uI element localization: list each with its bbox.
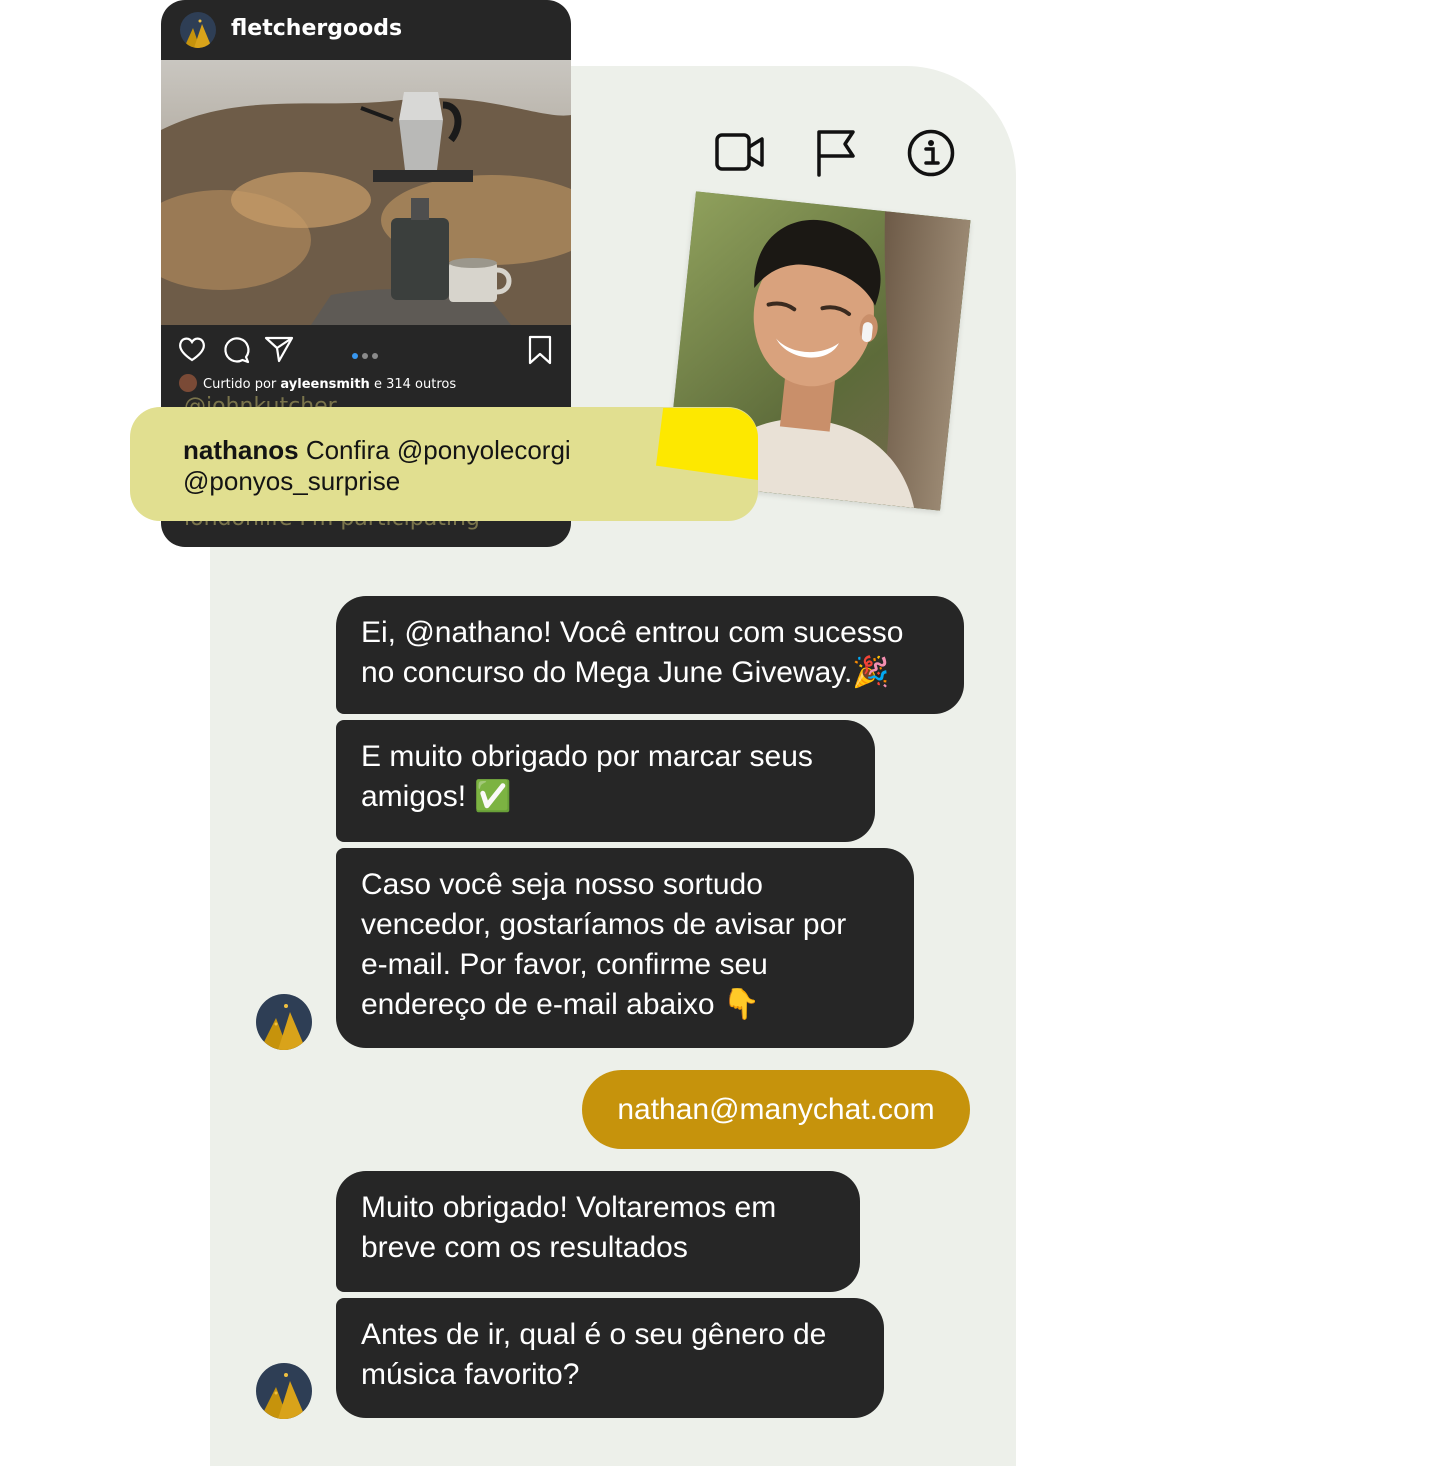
check-mark-icon: ✅ <box>474 779 512 814</box>
bot-message: Antes de ir, qual é o seu gênero de músi… <box>336 1298 884 1418</box>
bot-message: Muito obrigado! Voltaremos em breve com … <box>336 1171 860 1292</box>
message-line: e-mail. Por favor, confirme seu <box>361 948 768 981</box>
user-message: nathan@manychat.com <box>582 1070 970 1149</box>
post-avatar[interactable] <box>180 12 216 48</box>
message-line: Antes de ir, qual é o seu gênero de <box>361 1318 827 1351</box>
message-line: breve com os resultados <box>361 1231 688 1264</box>
message-line: endereço de e-mail abaixo <box>361 988 715 1021</box>
liked-suffix[interactable]: e 314 outros <box>374 377 456 392</box>
post-image <box>161 60 571 325</box>
bot-message: Caso você seja nosso sortudo vencedor, g… <box>336 848 914 1048</box>
liked-user[interactable]: ayleensmith <box>280 377 369 392</box>
bot-avatar <box>256 1363 312 1419</box>
liker-avatar <box>179 374 197 392</box>
heart-icon[interactable] <box>177 334 207 368</box>
video-call-icon[interactable] <box>715 128 765 178</box>
bot-avatar <box>256 994 312 1050</box>
message-line: amigos! <box>361 780 467 813</box>
likes-summary: Curtido por ayleensmith e 314 outros <box>179 374 456 396</box>
message-line: Caso você seja nosso sortudo <box>361 868 763 901</box>
carousel-dots <box>351 345 383 364</box>
message-line: E muito obrigado por marcar seus <box>361 740 813 773</box>
share-icon[interactable] <box>264 334 294 368</box>
message-line: Ei, @nathano! Você entrou com sucesso <box>361 616 904 649</box>
message-line: no concurso do Mega June Giveway. <box>361 656 853 689</box>
pointing-down-icon: 👇 <box>722 987 761 1022</box>
party-popper-icon: 🎉 <box>852 655 890 690</box>
post-username[interactable]: fletchergoods <box>231 16 402 41</box>
message-line: Muito obrigado! Voltaremos em <box>361 1191 777 1224</box>
bot-message: Ei, @nathano! Você entrou com sucesso no… <box>336 596 964 714</box>
flag-icon[interactable] <box>813 128 863 178</box>
comment-line-2: @ponyos_surprise <box>183 466 401 496</box>
bookmark-icon[interactable] <box>527 335 553 369</box>
message-line: vencedor, gostaríamos de avisar por <box>361 908 847 941</box>
comment-line-1: Confira @ponyolecorgi <box>305 435 571 465</box>
info-icon[interactable] <box>906 128 956 178</box>
liked-prefix: Curtido por <box>203 377 277 392</box>
bot-message: E muito obrigado por marcar seus amigos!… <box>336 720 875 842</box>
comment-username[interactable]: nathanos <box>183 435 299 465</box>
message-line: música favorito? <box>361 1358 580 1391</box>
comment-icon[interactable] <box>221 335 251 369</box>
post-actions <box>161 330 571 370</box>
post-header: fletchergoods <box>161 0 571 60</box>
